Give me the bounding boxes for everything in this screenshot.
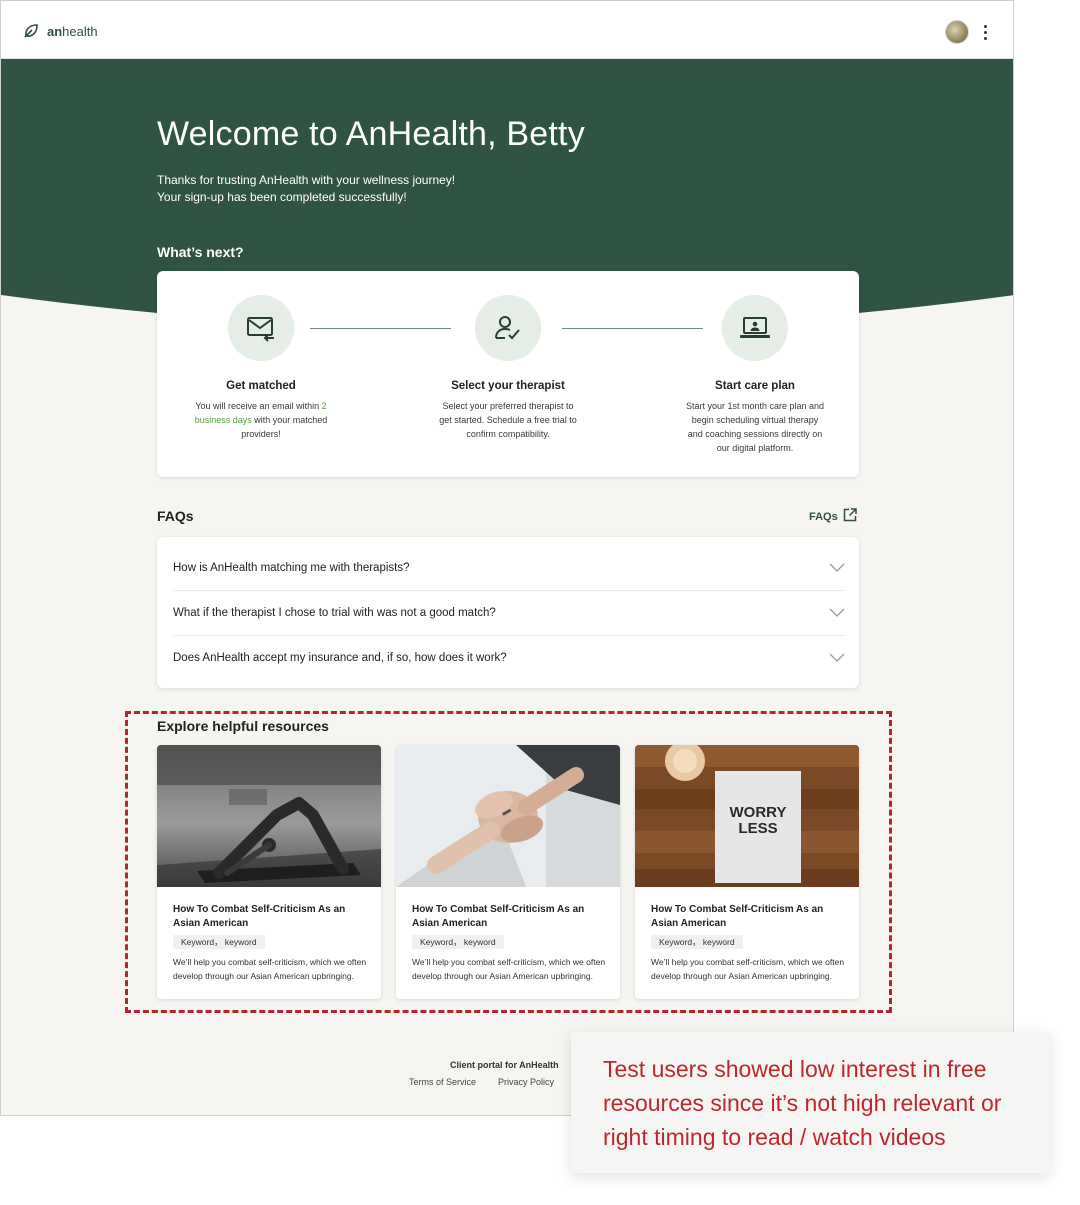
more-menu-icon[interactable] (977, 21, 993, 43)
yoga-photo (157, 745, 381, 887)
envelope-icon (228, 295, 294, 361)
logo-text: anhealth (47, 23, 98, 39)
chevron-down-icon[interactable] (829, 563, 845, 573)
faq-item[interactable]: Does AnHealth accept my insurance and, i… (173, 635, 845, 680)
logo[interactable]: anhealth (23, 23, 98, 39)
faq-list: How is AnHealth matching me with therapi… (157, 537, 859, 688)
chevron-down-icon[interactable] (829, 653, 845, 663)
external-link-icon (843, 508, 857, 525)
terms-link[interactable]: Terms of Service (409, 1077, 476, 1087)
worry-less-photo: WORRY LESS (635, 745, 859, 887)
svg-text:WORRY: WORRY (730, 804, 787, 821)
step-description: You will receive an email within 2 busin… (194, 401, 328, 439)
holding-hands-photo (396, 745, 620, 887)
resource-card[interactable]: How To Combat Self-Criticism As an Asian… (157, 745, 381, 999)
top-bar: anhealth (1, 1, 1013, 59)
resource-card[interactable]: How To Combat Self-Criticism As an Asian… (396, 745, 620, 999)
step-connector (310, 328, 451, 329)
welcome-message: Thanks for trusting AnHealth with your w… (157, 173, 456, 204)
next-steps-card: Get matched You will receive an email wi… (157, 271, 859, 477)
app-window: anhealth Welcome to AnHealth, Betty Than… (0, 0, 1014, 1116)
whats-next-heading: What’s next? (157, 244, 244, 260)
keyword-tag: Keyword， keyword (651, 935, 743, 949)
laptop-icon (722, 295, 788, 361)
leaf-icon (23, 23, 39, 39)
chevron-down-icon[interactable] (829, 608, 845, 618)
keyword-tag: Keyword， keyword (412, 935, 504, 949)
footer-links: Terms of Service Privacy Policy (409, 1077, 554, 1087)
page-title: Welcome to AnHealth, Betty (157, 115, 585, 153)
user-check-icon (475, 295, 541, 361)
resources-heading: Explore helpful resources (157, 718, 329, 734)
avatar[interactable] (945, 20, 969, 44)
keyword-tag: Keyword， keyword (173, 935, 265, 949)
faq-item[interactable]: What if the therapist I chose to trial w… (173, 590, 845, 635)
faq-item[interactable]: How is AnHealth matching me with therapi… (173, 545, 845, 590)
annotation-note: Test users showed low interest in free r… (571, 1032, 1050, 1173)
step-connector (562, 328, 703, 329)
resource-card[interactable]: WORRY LESS How To Combat Self-Criticism … (635, 745, 859, 999)
faqs-heading: FAQs (157, 508, 194, 524)
privacy-link[interactable]: Privacy Policy (498, 1077, 554, 1087)
faqs-link[interactable]: FAQs (809, 508, 857, 525)
svg-text:LESS: LESS (738, 820, 777, 837)
footer-title: Client portal for AnHealth (450, 1060, 559, 1070)
